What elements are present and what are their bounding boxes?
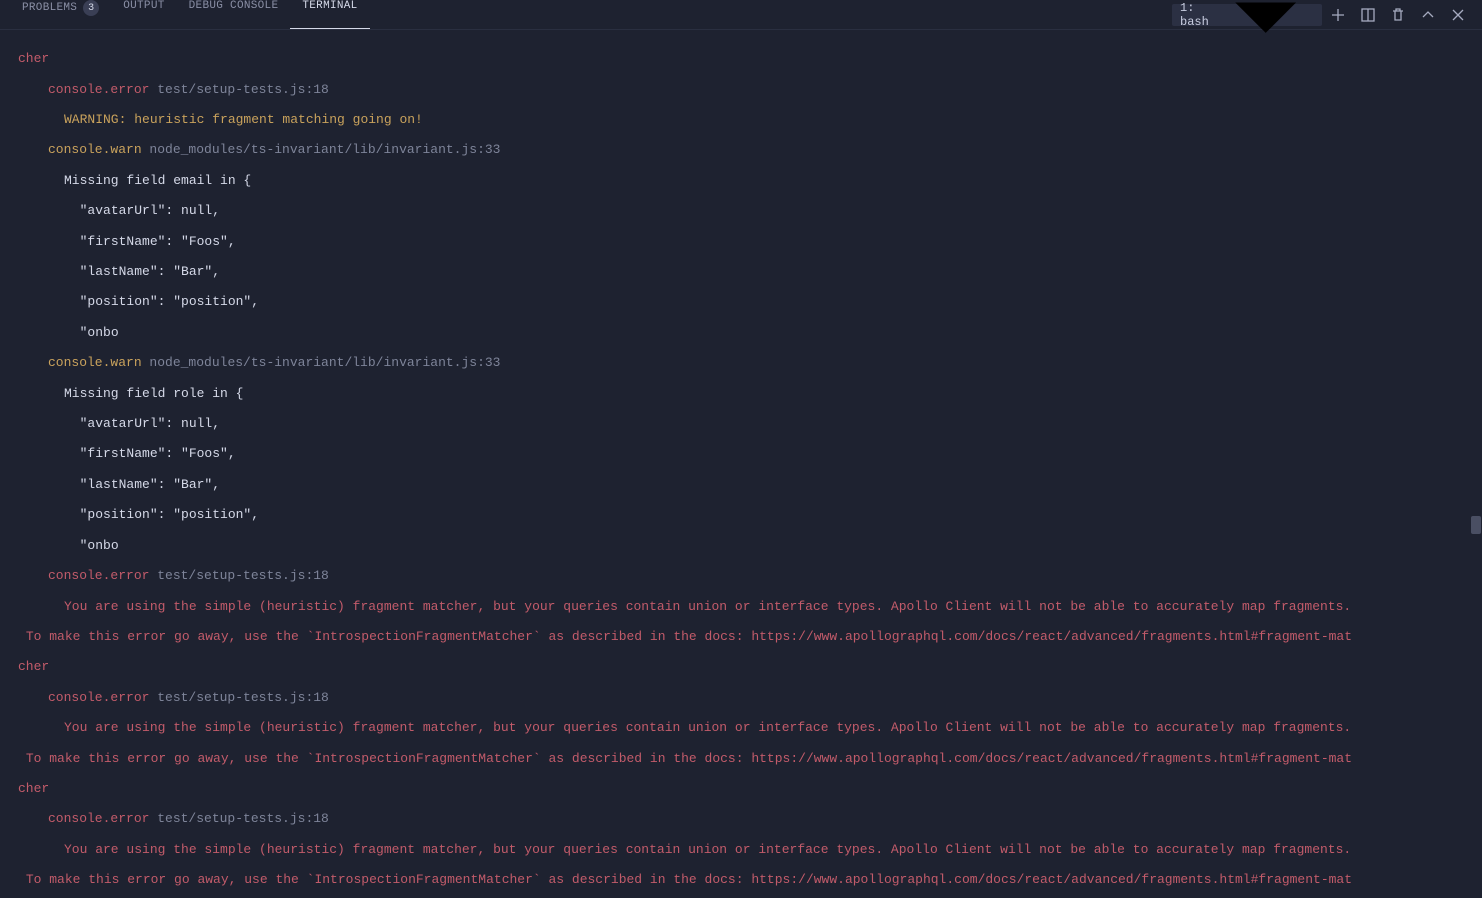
chevron-down-icon <box>1217 0 1314 63</box>
tab-problems[interactable]: PROBLEMS3 <box>10 0 111 16</box>
log-line: Missing field email in { <box>18 173 1472 188</box>
terminal-selector[interactable]: 1: bash <box>1172 4 1322 26</box>
log-line: "onbo <box>18 538 1472 553</box>
log-line: Missing field role in { <box>18 386 1472 401</box>
log-line: console.warn node_modules/ts-invariant/l… <box>18 355 1472 370</box>
kill-terminal-button[interactable] <box>1384 1 1412 29</box>
log-line: "onbo <box>18 325 1472 340</box>
log-line: console.error test/setup-tests.js:18 <box>18 811 1472 826</box>
log-line: cher <box>18 659 1472 674</box>
log-line: console.error test/setup-tests.js:18 <box>18 82 1472 97</box>
tab-terminal[interactable]: TERMINAL <box>290 0 369 12</box>
tab-debug-console[interactable]: DEBUG CONSOLE <box>177 0 291 12</box>
log-line: WARNING: heuristic fragment matching goi… <box>18 112 1472 127</box>
problems-badge: 3 <box>83 0 99 16</box>
close-panel-button[interactable] <box>1444 1 1472 29</box>
log-line: You are using the simple (heuristic) fra… <box>18 599 1472 614</box>
panel-header: PROBLEMS3 OUTPUT DEBUG CONSOLE TERMINAL … <box>0 0 1482 30</box>
log-line: cher <box>18 781 1472 796</box>
log-line: "position": "position", <box>18 294 1472 309</box>
log-line: "lastName": "Bar", <box>18 264 1472 279</box>
trash-icon <box>1390 7 1406 23</box>
panel-tabs: PROBLEMS3 OUTPUT DEBUG CONSOLE TERMINAL <box>10 0 370 29</box>
plus-icon <box>1330 7 1346 23</box>
terminal-scrollbar[interactable] <box>1471 516 1481 534</box>
log-line: You are using the simple (heuristic) fra… <box>18 842 1472 857</box>
close-icon <box>1450 7 1466 23</box>
log-line: console.error test/setup-tests.js:18 <box>18 568 1472 583</box>
log-line: "firstName": "Foos", <box>18 446 1472 461</box>
log-line: To make this error go away, use the `Int… <box>18 629 1472 644</box>
log-line: To make this error go away, use the `Int… <box>18 751 1472 766</box>
log-line: console.warn node_modules/ts-invariant/l… <box>18 142 1472 157</box>
split-terminal-button[interactable] <box>1354 1 1382 29</box>
log-line: "position": "position", <box>18 507 1472 522</box>
log-line: "avatarUrl": null, <box>18 416 1472 431</box>
split-icon <box>1360 7 1376 23</box>
log-line: "firstName": "Foos", <box>18 234 1472 249</box>
log-line: You are using the simple (heuristic) fra… <box>18 720 1472 735</box>
log-line: "lastName": "Bar", <box>18 477 1472 492</box>
tab-output[interactable]: OUTPUT <box>111 0 176 12</box>
maximize-panel-button[interactable] <box>1414 1 1442 29</box>
terminal-output[interactable]: cher console.error test/setup-tests.js:1… <box>0 30 1482 898</box>
log-line: "avatarUrl": null, <box>18 203 1472 218</box>
panel-actions: 1: bash <box>1172 1 1472 29</box>
log-line: console.error test/setup-tests.js:18 <box>18 690 1472 705</box>
log-line: To make this error go away, use the `Int… <box>18 872 1472 887</box>
chevron-up-icon <box>1420 7 1436 23</box>
new-terminal-button[interactable] <box>1324 1 1352 29</box>
